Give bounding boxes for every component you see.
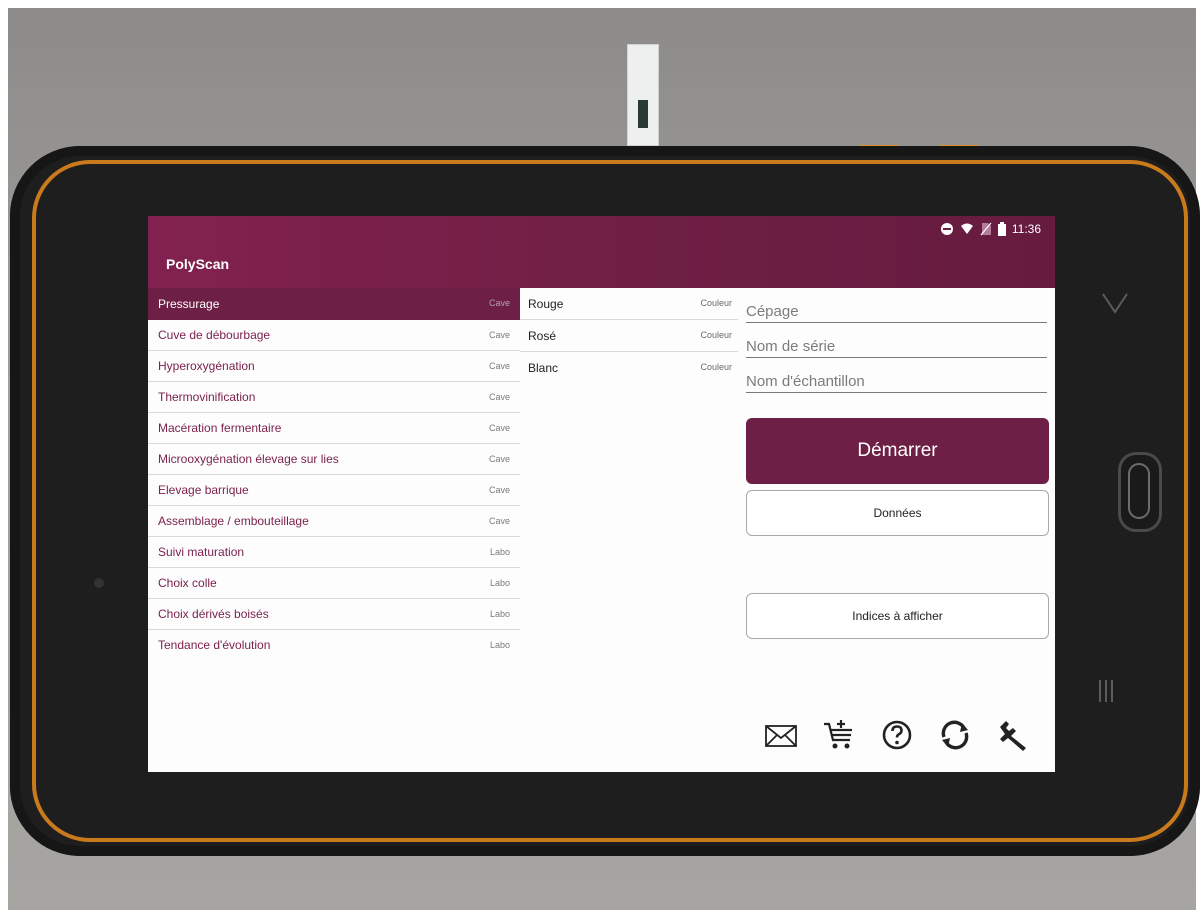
tablet-screen: 11:36 PolyScan Pressurage Cave Cuve de d… (148, 216, 1055, 772)
list-item[interactable]: Tendance d'évolution Labo (148, 630, 520, 661)
list-item-label: Blanc (528, 361, 559, 375)
list-item[interactable]: Microoxygénation élevage sur lies Cave (148, 444, 520, 475)
list-item-tag: Cave (488, 423, 510, 433)
list-item-tag: Cave (488, 454, 510, 464)
cepage-field[interactable] (746, 303, 1047, 320)
home-button[interactable] (1118, 452, 1162, 532)
list-item-tag: Labo (489, 609, 510, 619)
status-time: 11:36 (1011, 222, 1041, 236)
serie-field-wrap (746, 323, 1047, 358)
do-not-disturb-icon (940, 223, 953, 235)
list-item-tag: Labo (489, 640, 510, 650)
list-item-label: Rosé (528, 329, 557, 343)
list-item-label: Tendance d'évolution (158, 638, 271, 652)
list-item-label: Pressurage (158, 297, 220, 311)
list-item-label: Microoxygénation élevage sur lies (158, 452, 339, 466)
color-list: Rouge Couleur Rosé Couleur Blanc Couleur (520, 288, 738, 384)
sample-form: Démarrer Données Indices à afficher (746, 288, 1051, 639)
cart-add-icon[interactable] (822, 718, 856, 752)
mail-icon[interactable] (764, 718, 798, 752)
device-sensor-dot (94, 578, 104, 588)
home-button-inner (1128, 463, 1150, 519)
list-item-tag: Labo (489, 578, 510, 588)
list-item[interactable]: Cuve de débourbage Cave (148, 320, 520, 351)
nav-menu-icon[interactable] (1096, 678, 1116, 704)
battery-icon (997, 222, 1006, 236)
test-strip (627, 44, 659, 146)
list-item-label: Choix dérivés boisés (158, 607, 269, 621)
list-item[interactable]: Thermovinification Cave (148, 382, 520, 413)
no-sim-icon (980, 222, 992, 236)
list-item-tag: Cave (488, 330, 510, 340)
list-item-tag: Cave (488, 485, 510, 495)
list-item-label: Rouge (528, 297, 564, 311)
list-item-tag: Couleur (700, 362, 732, 372)
list-item-tag: Cave (488, 516, 510, 526)
list-item[interactable]: Choix colle Labo (148, 568, 520, 599)
list-item-label: Cuve de débourbage (158, 328, 271, 342)
list-item[interactable]: Choix dérivés boisés Labo (148, 599, 520, 630)
list-item[interactable]: Assemblage / embouteillage Cave (148, 506, 520, 537)
process-list: Pressurage Cave Cuve de débourbage Cave … (148, 288, 520, 661)
echantillon-field-wrap (746, 358, 1047, 393)
serie-name-field[interactable] (746, 338, 1047, 355)
list-item[interactable]: Blanc Couleur (520, 352, 738, 384)
list-item-tag: Labo (489, 547, 510, 557)
cepage-field-wrap (746, 288, 1047, 323)
wrench-icon[interactable] (996, 718, 1030, 752)
list-item-label: Macération fermentaire (158, 421, 282, 435)
list-item[interactable]: Rosé Couleur (520, 320, 738, 352)
list-item-label: Elevage barrique (158, 483, 249, 497)
list-item[interactable]: Macération fermentaire Cave (148, 413, 520, 444)
list-item-tag: Cave (488, 298, 510, 308)
list-item-tag: Cave (488, 392, 510, 402)
test-strip-sensor (638, 100, 648, 128)
app-title: PolyScan (166, 256, 230, 272)
list-item-label: Choix colle (158, 576, 217, 590)
sync-icon[interactable] (938, 718, 972, 752)
list-item[interactable]: Hyperoxygénation Cave (148, 351, 520, 382)
status-bar: 11:36 (940, 222, 1041, 236)
list-item-label: Thermovinification (158, 390, 256, 404)
sample-name-field[interactable] (746, 373, 1047, 390)
help-icon[interactable] (880, 718, 914, 752)
list-item-label: Suivi maturation (158, 545, 245, 559)
start-button[interactable]: Démarrer (746, 418, 1049, 484)
data-button[interactable]: Données (746, 490, 1049, 536)
list-item[interactable]: Elevage barrique Cave (148, 475, 520, 506)
list-item[interactable]: Suivi maturation Labo (148, 537, 520, 568)
list-item[interactable]: Rouge Couleur (520, 288, 738, 320)
nav-back-icon[interactable] (1100, 290, 1130, 316)
list-item-tag: Couleur (700, 298, 732, 308)
toolbar (764, 718, 1030, 752)
list-item-tag: Couleur (700, 330, 732, 340)
indices-button[interactable]: Indices à afficher (746, 593, 1049, 639)
list-item-label: Assemblage / embouteillage (158, 514, 309, 528)
list-item[interactable]: Pressurage Cave (148, 288, 520, 320)
wifi-icon (960, 223, 973, 234)
app-bar: 11:36 PolyScan (148, 216, 1055, 288)
list-item-tag: Cave (488, 361, 510, 371)
list-item-label: Hyperoxygénation (158, 359, 255, 373)
